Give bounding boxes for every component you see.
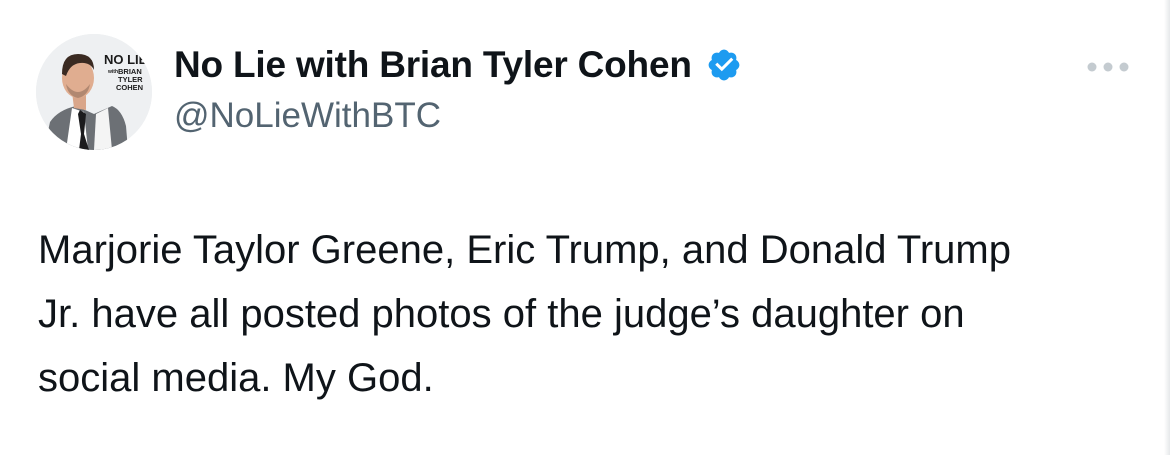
- verified-badge-icon: [708, 49, 740, 81]
- avatar-logo-text-2: with: [107, 69, 118, 75]
- tweet-text: Marjorie Taylor Greene, Eric Trump, and …: [38, 228, 1011, 400]
- avatar-logo-text-1: NO LIE: [104, 52, 148, 67]
- author-handle[interactable]: @NoLieWithBTC: [174, 96, 441, 136]
- author-display-name[interactable]: No Lie with Brian Tyler Cohen: [174, 44, 742, 86]
- author-avatar[interactable]: NO LIE with BRIAN TYLER COHEN: [36, 34, 152, 150]
- avatar-logo-text-5: COHEN: [116, 83, 143, 92]
- display-name-text: No Lie with Brian Tyler Cohen: [174, 44, 692, 85]
- more-options-icon[interactable]: [1082, 52, 1134, 82]
- card-edge: [1164, 0, 1170, 455]
- avatar-image: NO LIE with BRIAN TYLER COHEN: [36, 34, 152, 150]
- tweet-card: NO LIE with BRIAN TYLER COHEN No Lie wit…: [0, 0, 1170, 455]
